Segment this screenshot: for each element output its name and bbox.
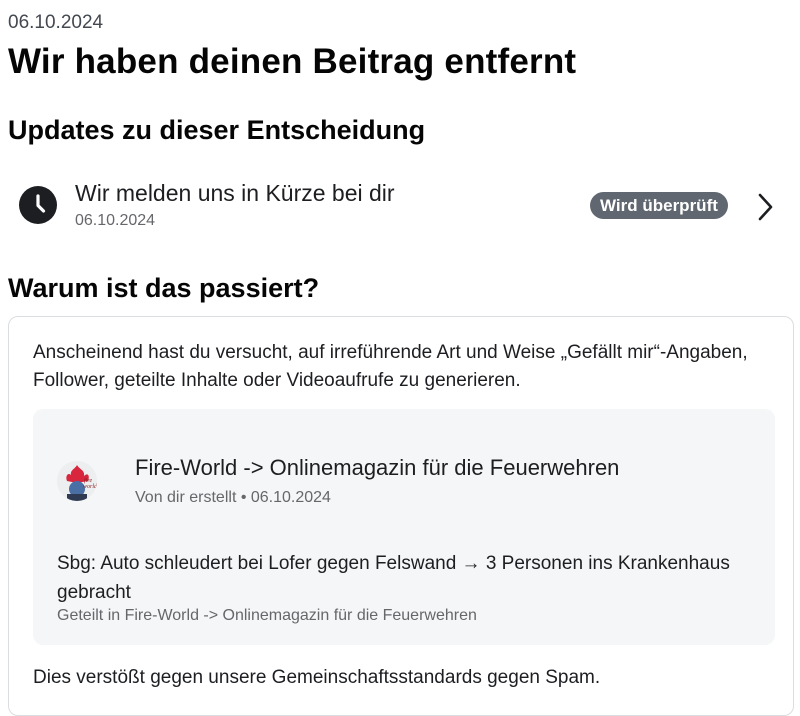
decision-date: 06.10.2024 (8, 12, 104, 33)
policy-text: Dies verstößt gegen unsere Gemeinschafts… (33, 667, 601, 688)
page-avatar: fire world (57, 461, 97, 501)
avatar-logo-text: fire (84, 477, 92, 484)
removed-post-preview[interactable]: fire world Fire-World -> Onlinemagazin f… (33, 409, 775, 645)
post-text: Sbg: Auto schleudert bei Lofer gegen Fel… (57, 553, 730, 603)
reason-description: Anscheinend hast du versucht, auf irrefü… (33, 342, 748, 391)
why-section-title: Warum ist das passiert? (8, 273, 320, 303)
updates-section-title: Updates zu dieser Entscheidung (8, 115, 426, 145)
update-date: 06.10.2024 (75, 212, 156, 229)
update-label: Wir melden uns in Kürze bei dir (75, 180, 395, 206)
status-badge: Wird überprüft (590, 192, 728, 219)
chevron-right-icon[interactable] (752, 190, 778, 229)
svg-text:world: world (83, 484, 97, 490)
clock-icon (19, 186, 57, 224)
page-name: Fire-World -> Onlinemagazin für die Feue… (135, 455, 620, 480)
reason-card: Anscheinend hast du versucht, auf irrefü… (8, 316, 794, 716)
shared-in-label: Geteilt in Fire-World -> Onlinemagazin f… (57, 607, 477, 624)
page-title: Wir haben deinen Beitrag entfernt (8, 42, 577, 81)
post-meta: Von dir erstellt • 06.10.2024 (135, 489, 331, 506)
